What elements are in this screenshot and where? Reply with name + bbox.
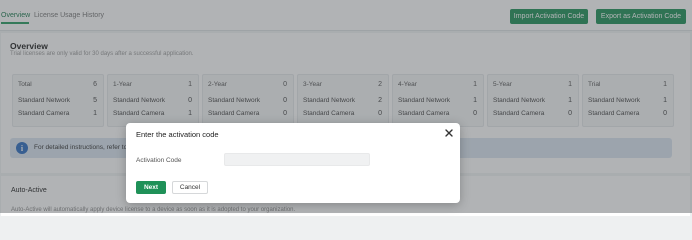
close-icon[interactable] — [444, 128, 454, 138]
activation-code-dialog: Enter the activation code Activation Cod… — [126, 123, 460, 203]
cancel-button[interactable]: Cancel — [172, 181, 208, 194]
next-button[interactable]: Next — [136, 181, 166, 194]
activation-code-label: Activation Code — [136, 157, 182, 164]
dialog-title: Enter the activation code — [136, 130, 219, 139]
activation-code-input[interactable] — [224, 153, 370, 166]
